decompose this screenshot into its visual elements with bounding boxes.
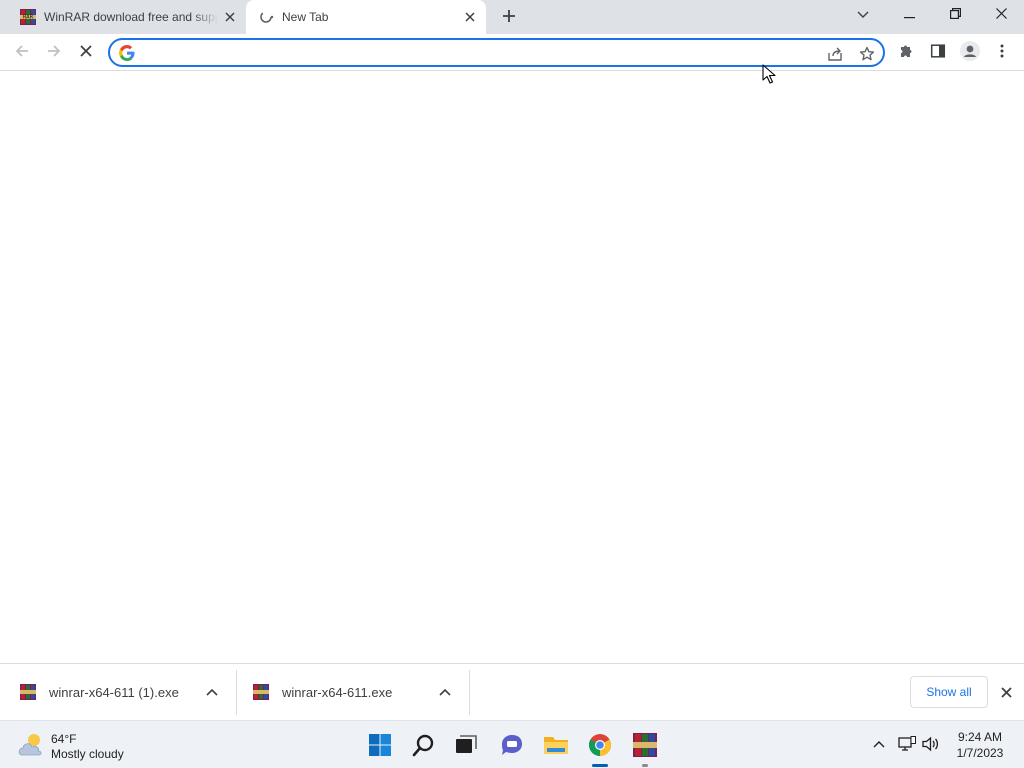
browser-toolbar: [0, 34, 1024, 71]
minimize-button[interactable]: [886, 0, 932, 30]
profile-avatar-icon: [960, 40, 980, 64]
volume-icon[interactable]: [920, 733, 942, 755]
close-icon: [79, 44, 93, 61]
new-tab-button[interactable]: [497, 5, 521, 29]
forward-button[interactable]: [40, 38, 68, 66]
chrome-loading-icon: [258, 9, 274, 25]
address-input[interactable]: [144, 43, 804, 63]
tab-new-tab[interactable]: New Tab: [246, 0, 486, 34]
chrome-icon[interactable]: [584, 729, 616, 761]
puzzle-piece-icon: [898, 43, 914, 62]
download-item[interactable]: winrar-x64-611.exe: [233, 664, 469, 720]
back-button[interactable]: [8, 38, 36, 66]
restore-button[interactable]: [932, 0, 978, 30]
stop-loading-button[interactable]: [72, 38, 100, 66]
system-clock[interactable]: 9:24 AM 1/7/2023: [948, 729, 1012, 761]
close-icon[interactable]: [996, 682, 1016, 702]
chevron-down-icon: [857, 8, 869, 22]
search-icon[interactable]: [408, 729, 440, 761]
winrar-icon: RAR: [20, 9, 36, 25]
divider: [469, 670, 470, 715]
svg-text:RAR: RAR: [23, 15, 34, 21]
clock-date: 1/7/2023: [956, 746, 1004, 760]
file-explorer-icon[interactable]: [540, 729, 572, 761]
tab-winrar[interactable]: RAR WinRAR download free and support: Wi…: [8, 0, 246, 34]
download-filename: winrar-x64-611 (1).exe: [49, 685, 179, 700]
page-content: [0, 71, 1024, 663]
address-bar[interactable]: [108, 38, 885, 67]
chevron-up-icon[interactable]: [203, 683, 221, 701]
more-vert-icon: [1000, 44, 1004, 61]
show-all-button[interactable]: Show all: [910, 676, 988, 708]
teams-chat-icon[interactable]: [496, 729, 528, 761]
partly-cloudy-icon: [16, 731, 46, 759]
download-filename: winrar-x64-611.exe: [282, 685, 393, 700]
weather-condition: Mostly cloudy: [51, 747, 124, 761]
task-view-icon[interactable]: [450, 729, 482, 761]
network-icon[interactable]: [896, 733, 918, 755]
side-panel-icon: [930, 43, 946, 62]
weather-temp: 64°F: [51, 732, 77, 746]
winrar-icon[interactable]: [629, 729, 661, 761]
mouse-pointer-icon: [762, 64, 776, 84]
windows-start-icon[interactable]: [364, 729, 396, 761]
close-window-button[interactable]: [978, 0, 1024, 30]
chevron-up-icon[interactable]: [868, 733, 890, 755]
clock-time: 9:24 AM: [957, 730, 1003, 744]
tab-strip: RAR WinRAR download free and support: Wi…: [0, 0, 1024, 34]
close-icon[interactable]: [462, 9, 478, 25]
google-g-icon: [119, 45, 135, 61]
active-app-indicator: [592, 764, 608, 767]
download-item[interactable]: winrar-x64-611 (1).exe: [0, 664, 236, 720]
arrow-left-icon: [14, 43, 30, 62]
plus-icon: [502, 9, 516, 26]
winrar-icon: [20, 684, 36, 700]
windows-taskbar: 64°F Mostly cloudy 9:24 AM 1/7/2023: [0, 720, 1024, 768]
download-shelf: winrar-x64-611 (1).exe winrar-x64-611.ex…: [0, 663, 1024, 720]
profile-button[interactable]: [956, 38, 984, 66]
tab-title: New Tab: [282, 10, 329, 24]
side-panel-button[interactable]: [924, 38, 952, 66]
bookmark-star-icon[interactable]: [856, 43, 878, 65]
extensions-button[interactable]: [892, 38, 920, 66]
chevron-up-icon[interactable]: [436, 683, 454, 701]
minimize-icon: [903, 8, 915, 22]
close-icon[interactable]: [222, 9, 238, 25]
winrar-icon: [253, 684, 269, 700]
restore-icon: [949, 8, 961, 22]
arrow-right-icon: [46, 43, 62, 62]
share-icon[interactable]: [824, 43, 846, 65]
tab-title: WinRAR download free and support: WinRAR: [44, 10, 218, 24]
close-icon: [995, 8, 1007, 22]
menu-button[interactable]: [988, 38, 1016, 66]
weather-widget[interactable]: 64°F Mostly cloudy: [16, 729, 146, 763]
open-app-indicator: [642, 764, 648, 767]
tab-search-button[interactable]: [840, 0, 886, 30]
